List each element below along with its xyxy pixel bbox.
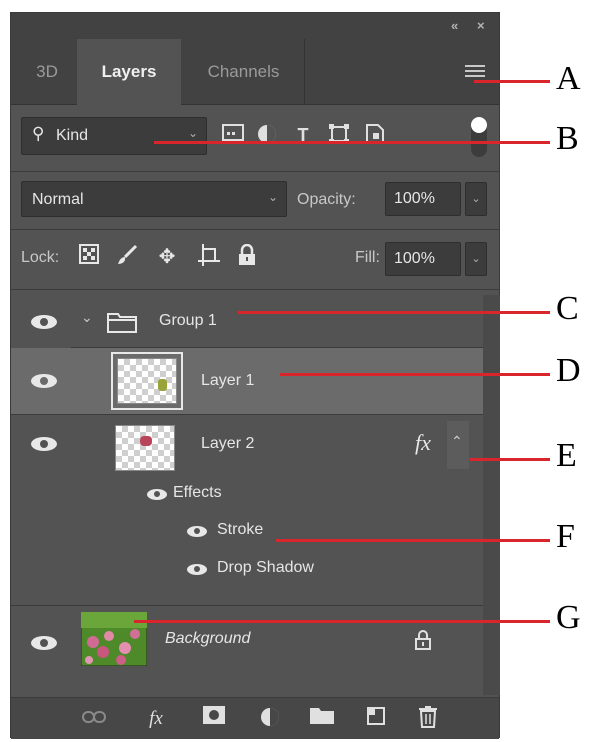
effects-label: Effects <box>173 484 222 501</box>
kind-filter-label: Kind <box>56 127 89 144</box>
layer-row-group-1[interactable]: ⌄ Group 1 <box>11 295 483 347</box>
visibility-eye-icon[interactable] <box>31 437 57 451</box>
callout-letter-a: A <box>556 60 581 97</box>
new-group-folder-icon[interactable] <box>309 706 335 732</box>
add-layer-mask-icon[interactable] <box>201 706 227 732</box>
effect-name-drop-shadow: Drop Shadow <box>217 559 314 576</box>
lock-image-pixels-icon[interactable] <box>115 244 139 270</box>
layer-row-layer-2[interactable]: Layer 2 fx ⌃ <box>11 415 483 473</box>
fill-label: Fill: <box>355 249 380 266</box>
collapse-panel-icon[interactable]: « <box>451 18 458 33</box>
folder-icon <box>107 313 137 333</box>
callout-letter-f: F <box>556 518 575 555</box>
effect-name-stroke: Stroke <box>217 521 264 538</box>
callout-line-c <box>238 311 550 314</box>
collapse-effects-button[interactable]: ⌃ <box>447 421 469 469</box>
lock-label: Lock: <box>21 249 60 266</box>
panel-menu-icon[interactable] <box>465 65 485 79</box>
callout-letter-e: E <box>556 437 577 474</box>
visibility-eye-icon[interactable] <box>31 315 57 329</box>
delete-layer-trash-icon[interactable] <box>415 706 441 732</box>
callout-line-f <box>276 539 550 542</box>
layer-row-layer-1[interactable]: Layer 1 <box>11 348 483 414</box>
fx-icon[interactable]: fx <box>415 430 431 456</box>
tab-layers[interactable]: Layers <box>77 39 181 105</box>
chevron-down-icon: ⌄ <box>187 126 198 140</box>
opacity-input[interactable]: 100% <box>385 182 461 216</box>
lock-position-icon[interactable]: ✥ <box>155 244 179 270</box>
add-layer-style-icon[interactable]: fx <box>143 706 169 732</box>
layer-1-thumbnail-frame <box>111 352 183 410</box>
filter-toggle-knob <box>471 117 487 133</box>
callout-letter-b: B <box>556 120 579 157</box>
fill-input[interactable]: 100% <box>385 242 461 276</box>
effects-row[interactable]: Effects <box>11 477 483 511</box>
callout-line-e <box>470 458 550 461</box>
chevron-up-icon: ⌃ <box>451 433 463 449</box>
kind-filter-dropdown[interactable]: ⚲ Kind ⌄ <box>21 117 207 155</box>
callout-letter-c: C <box>556 290 579 327</box>
tab-channels[interactable]: Channels <box>183 39 305 105</box>
layer-1-thumbnail <box>117 358 177 404</box>
visibility-eye-icon[interactable] <box>31 374 57 388</box>
lock-artboard-icon[interactable] <box>197 244 221 270</box>
effect-row-stroke[interactable]: Stroke <box>11 513 483 549</box>
lock-transparent-pixels-icon[interactable] <box>77 244 101 270</box>
visibility-eye-icon[interactable] <box>31 636 57 650</box>
layer-name-layer-2: Layer 2 <box>201 435 255 452</box>
stroke-visibility-eye-icon[interactable] <box>187 526 207 537</box>
flower-fragment-icon <box>140 436 152 446</box>
tab-3d[interactable]: 3D <box>19 39 75 105</box>
new-adjustment-layer-icon[interactable] <box>257 706 283 732</box>
effect-row-drop-shadow[interactable]: Drop Shadow <box>11 551 483 587</box>
layers-list: ⌄ Group 1 Layer 1 Layer 2 fx ⌃ Effects S… <box>11 295 483 695</box>
layers-bottom-toolbar: fx <box>11 697 499 739</box>
panel-title-bar: « × <box>11 13 499 39</box>
filter-row: ⚲ Kind ⌄ T <box>11 105 499 171</box>
layer-name-layer-1: Layer 1 <box>201 372 255 389</box>
flower-fragment-icon <box>158 379 167 391</box>
callout-line-d <box>280 373 550 376</box>
callout-letter-d: D <box>556 352 581 389</box>
opacity-chevron-icon[interactable]: ⌄ <box>465 182 487 216</box>
link-layers-icon[interactable] <box>81 706 107 732</box>
search-icon: ⚲ <box>32 124 45 143</box>
layer-2-thumbnail <box>115 425 175 471</box>
callout-line-a <box>474 80 550 83</box>
new-layer-icon[interactable] <box>363 706 389 732</box>
chevron-down-icon: ⌄ <box>267 190 278 204</box>
layer-row-background[interactable]: Background <box>11 606 483 676</box>
close-panel-icon[interactable]: × <box>477 18 485 33</box>
layer-name-background: Background <box>165 630 251 647</box>
lock-icon[interactable] <box>415 630 431 650</box>
callout-line-b <box>154 141 550 144</box>
blend-mode-value: Normal <box>32 191 84 208</box>
fill-chevron-icon[interactable]: ⌄ <box>465 242 487 276</box>
effects-visibility-eye-icon[interactable] <box>147 489 167 500</box>
filter-toggle[interactable] <box>471 117 487 157</box>
lock-row: Lock: ✥ Fill: 100% ⌄ <box>11 230 499 288</box>
chevron-down-icon[interactable]: ⌄ <box>81 309 93 326</box>
callout-line-g <box>134 620 550 623</box>
layers-scrollbar[interactable] <box>483 295 500 695</box>
panel-tabs: 3D Layers Channels <box>11 39 499 105</box>
opacity-label: Opacity: <box>297 191 356 208</box>
lock-all-icon[interactable] <box>235 243 259 270</box>
layer-name-group-1: Group 1 <box>159 312 217 329</box>
callout-letter-g: G <box>556 599 581 636</box>
drop-shadow-visibility-eye-icon[interactable] <box>187 564 207 575</box>
blend-mode-dropdown[interactable]: Normal ⌄ <box>21 181 287 217</box>
blend-row: Normal ⌄ Opacity: 100% ⌄ <box>11 172 499 228</box>
